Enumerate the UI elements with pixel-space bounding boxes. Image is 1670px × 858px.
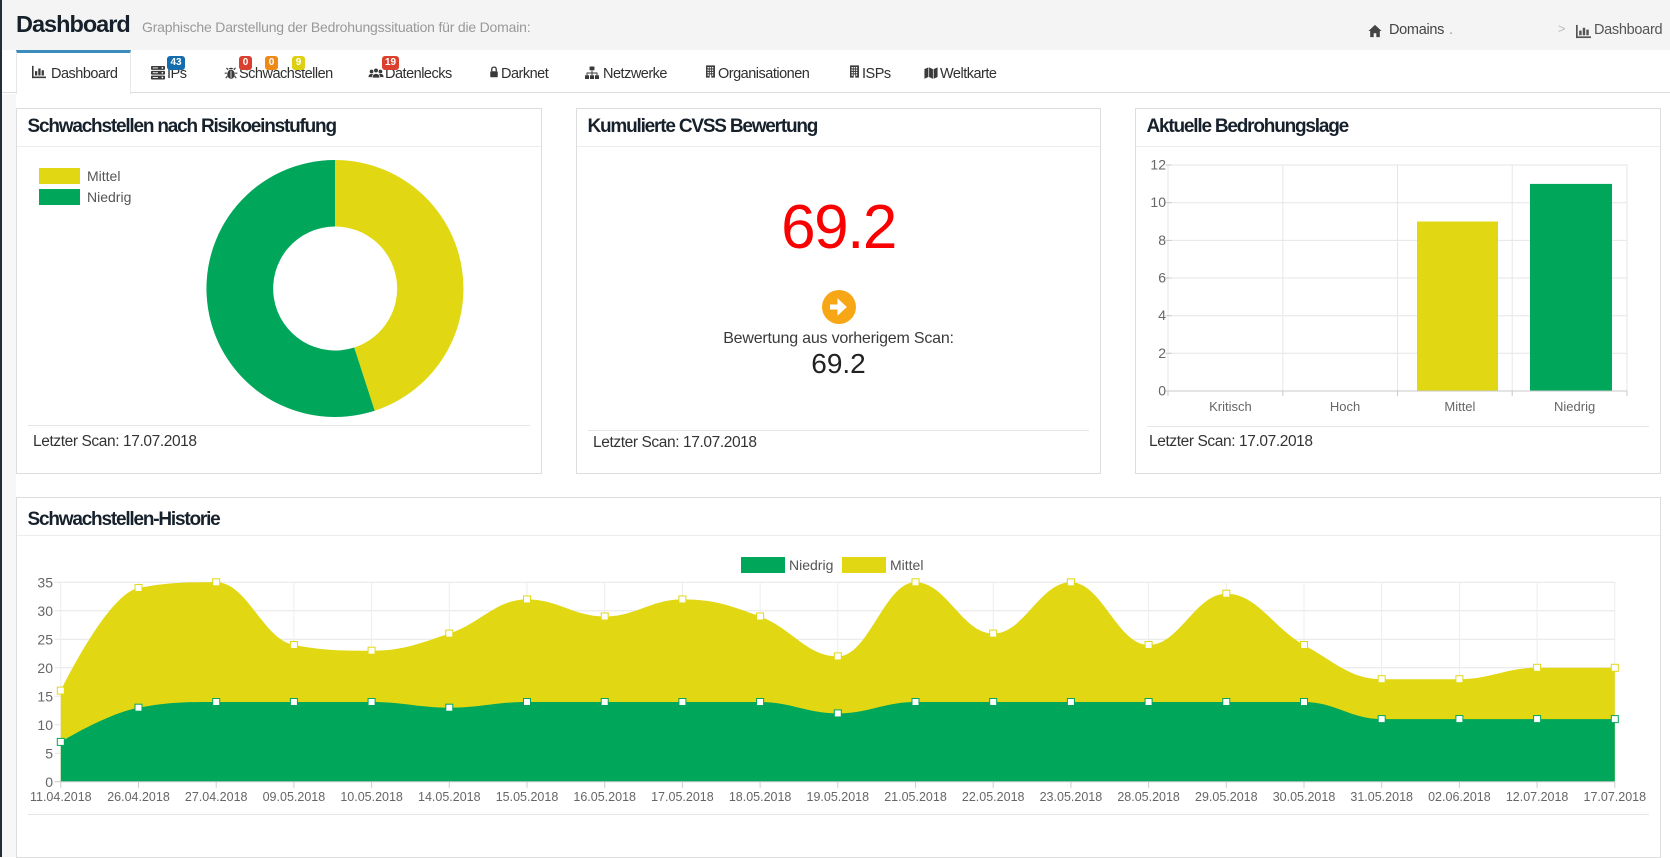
- svg-text:Hoch: Hoch: [1330, 399, 1360, 414]
- svg-text:17.07.2018: 17.07.2018: [1584, 790, 1647, 804]
- svg-text:11.04.2018: 11.04.2018: [30, 790, 92, 804]
- svg-text:0: 0: [1158, 383, 1166, 399]
- svg-text:15: 15: [37, 688, 53, 704]
- svg-text:Niedrig: Niedrig: [789, 557, 833, 573]
- svg-text:19.05.2018: 19.05.2018: [807, 790, 870, 804]
- svg-text:12: 12: [1150, 157, 1166, 173]
- svg-text:35: 35: [37, 574, 53, 590]
- svg-text:12.07.2018: 12.07.2018: [1506, 790, 1569, 804]
- svg-text:31.05.2018: 31.05.2018: [1350, 790, 1413, 804]
- svg-text:23.05.2018: 23.05.2018: [1040, 790, 1103, 804]
- svg-text:29.05.2018: 29.05.2018: [1195, 790, 1258, 804]
- svg-text:14.05.2018: 14.05.2018: [418, 790, 481, 804]
- svg-text:10.05.2018: 10.05.2018: [340, 790, 403, 804]
- svg-text:02.06.2018: 02.06.2018: [1428, 790, 1491, 804]
- svg-text:Kritisch: Kritisch: [1209, 399, 1252, 414]
- svg-text:6: 6: [1158, 270, 1166, 286]
- svg-text:09.05.2018: 09.05.2018: [263, 790, 326, 804]
- svg-text:5: 5: [45, 745, 53, 761]
- svg-text:20: 20: [37, 660, 53, 676]
- svg-text:22.05.2018: 22.05.2018: [962, 790, 1025, 804]
- svg-text:10: 10: [1150, 194, 1166, 210]
- svg-text:Mittel: Mittel: [890, 557, 923, 573]
- svg-text:Niedrig: Niedrig: [87, 189, 131, 205]
- svg-text:21.05.2018: 21.05.2018: [884, 790, 947, 804]
- svg-text:27.04.2018: 27.04.2018: [185, 790, 248, 804]
- svg-text:18.05.2018: 18.05.2018: [729, 790, 792, 804]
- svg-text:26.04.2018: 26.04.2018: [107, 790, 170, 804]
- svg-text:15.05.2018: 15.05.2018: [496, 790, 559, 804]
- svg-text:10: 10: [37, 717, 53, 733]
- svg-text:8: 8: [1158, 232, 1166, 248]
- svg-text:30: 30: [37, 603, 53, 619]
- svg-text:30.05.2018: 30.05.2018: [1273, 790, 1336, 804]
- svg-text:4: 4: [1158, 307, 1166, 323]
- svg-text:2: 2: [1158, 345, 1166, 361]
- svg-text:28.05.2018: 28.05.2018: [1117, 790, 1180, 804]
- svg-text:0: 0: [45, 774, 53, 790]
- svg-text:17.05.2018: 17.05.2018: [651, 790, 714, 804]
- svg-text:Mittel: Mittel: [87, 168, 120, 184]
- svg-text:16.05.2018: 16.05.2018: [573, 790, 636, 804]
- svg-text:25: 25: [37, 631, 53, 647]
- svg-text:Mittel: Mittel: [1444, 399, 1475, 414]
- svg-text:Niedrig: Niedrig: [1554, 399, 1595, 414]
